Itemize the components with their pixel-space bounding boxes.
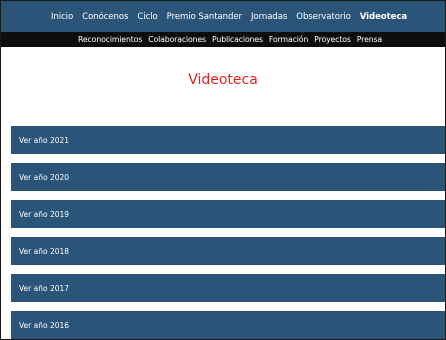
year-item-label: Ver año 2016 (19, 320, 70, 330)
year-item-2016[interactable]: Ver año 2016 (11, 311, 445, 339)
subnav-item-colaboraciones[interactable]: Colaboraciones (148, 35, 206, 44)
page-title: Videoteca (188, 72, 258, 88)
subnav-item-reconocimientos[interactable]: Reconocimientos (78, 35, 142, 44)
nav-item-inicio[interactable]: Inicio (51, 12, 73, 22)
subnav-item-publicaciones[interactable]: Publicaciones (212, 35, 263, 44)
nav-item-videoteca[interactable]: Videoteca (360, 12, 407, 22)
nav-item-jornadas[interactable]: Jornadas (251, 12, 287, 22)
page-frame: Inicio Conócenos Ciclo Premio Santander … (0, 0, 446, 340)
year-accordion: Ver año 2021 Ver año 2020 Ver año 2019 V… (11, 126, 445, 339)
subnav-item-proyectos[interactable]: Proyectos (314, 35, 351, 44)
year-item-label: Ver año 2020 (19, 172, 70, 182)
year-item-2019[interactable]: Ver año 2019 (11, 200, 445, 228)
subnav-item-formacion[interactable]: Formación (269, 35, 308, 44)
sub-nav: Reconocimientos Colaboraciones Publicaci… (1, 32, 445, 47)
year-item-2021[interactable]: Ver año 2021 (11, 126, 445, 154)
year-item-2017[interactable]: Ver año 2017 (11, 274, 445, 302)
subnav-item-prensa[interactable]: Prensa (357, 35, 382, 44)
nav-item-conocenos[interactable]: Conócenos (82, 12, 128, 22)
nav-item-observatorio[interactable]: Observatorio (296, 12, 351, 22)
year-item-label: Ver año 2019 (19, 209, 70, 219)
year-item-2020[interactable]: Ver año 2020 (11, 163, 445, 191)
year-item-label: Ver año 2021 (19, 135, 70, 145)
year-item-label: Ver año 2018 (19, 246, 70, 256)
nav-item-premio-santander[interactable]: Premio Santander (167, 12, 242, 22)
year-item-2018[interactable]: Ver año 2018 (11, 237, 445, 265)
year-item-label: Ver año 2017 (19, 283, 70, 293)
top-nav: Inicio Conócenos Ciclo Premio Santander … (1, 1, 445, 32)
nav-item-ciclo[interactable]: Ciclo (137, 12, 157, 22)
